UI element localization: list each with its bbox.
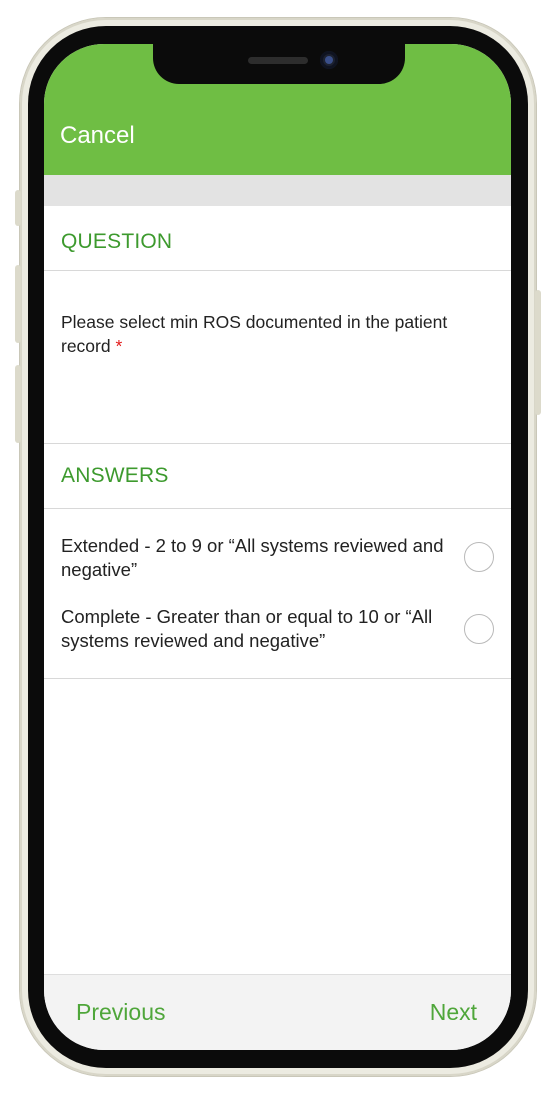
divider (44, 443, 511, 444)
divider (44, 270, 511, 271)
answers-section-title: ANSWERS (61, 464, 169, 487)
phone-action-button (15, 190, 21, 226)
app-screen: Cancel QUESTION Please select min ROS do… (44, 44, 511, 1050)
question-section-title: QUESTION (61, 230, 173, 253)
previous-button[interactable]: Previous (76, 999, 165, 1026)
footer-bar: Previous Next (44, 974, 511, 1050)
answer-label: Extended - 2 to 9 or “All systems review… (61, 535, 444, 580)
divider (44, 508, 511, 509)
front-camera-icon (320, 51, 338, 69)
divider (44, 678, 511, 679)
phone-volume-down-button (15, 365, 21, 443)
answer-option-complete[interactable]: Complete - Greater than or equal to 10 o… (44, 605, 511, 655)
answer-option-extended[interactable]: Extended - 2 to 9 or “All systems review… (44, 534, 511, 584)
next-button[interactable]: Next (430, 999, 477, 1026)
phone-power-button (535, 290, 541, 415)
answer-label: Complete - Greater than or equal to 10 o… (61, 606, 433, 651)
phone-notch (153, 44, 405, 84)
header-separator (44, 175, 511, 206)
required-marker: * (115, 336, 123, 356)
question-text: Please select min ROS documented in the … (61, 310, 491, 358)
cancel-button[interactable]: Cancel (60, 122, 135, 150)
speaker-grille (248, 57, 308, 64)
phone-volume-up-button (15, 265, 21, 343)
radio-button[interactable] (464, 614, 494, 644)
radio-button[interactable] (464, 542, 494, 572)
